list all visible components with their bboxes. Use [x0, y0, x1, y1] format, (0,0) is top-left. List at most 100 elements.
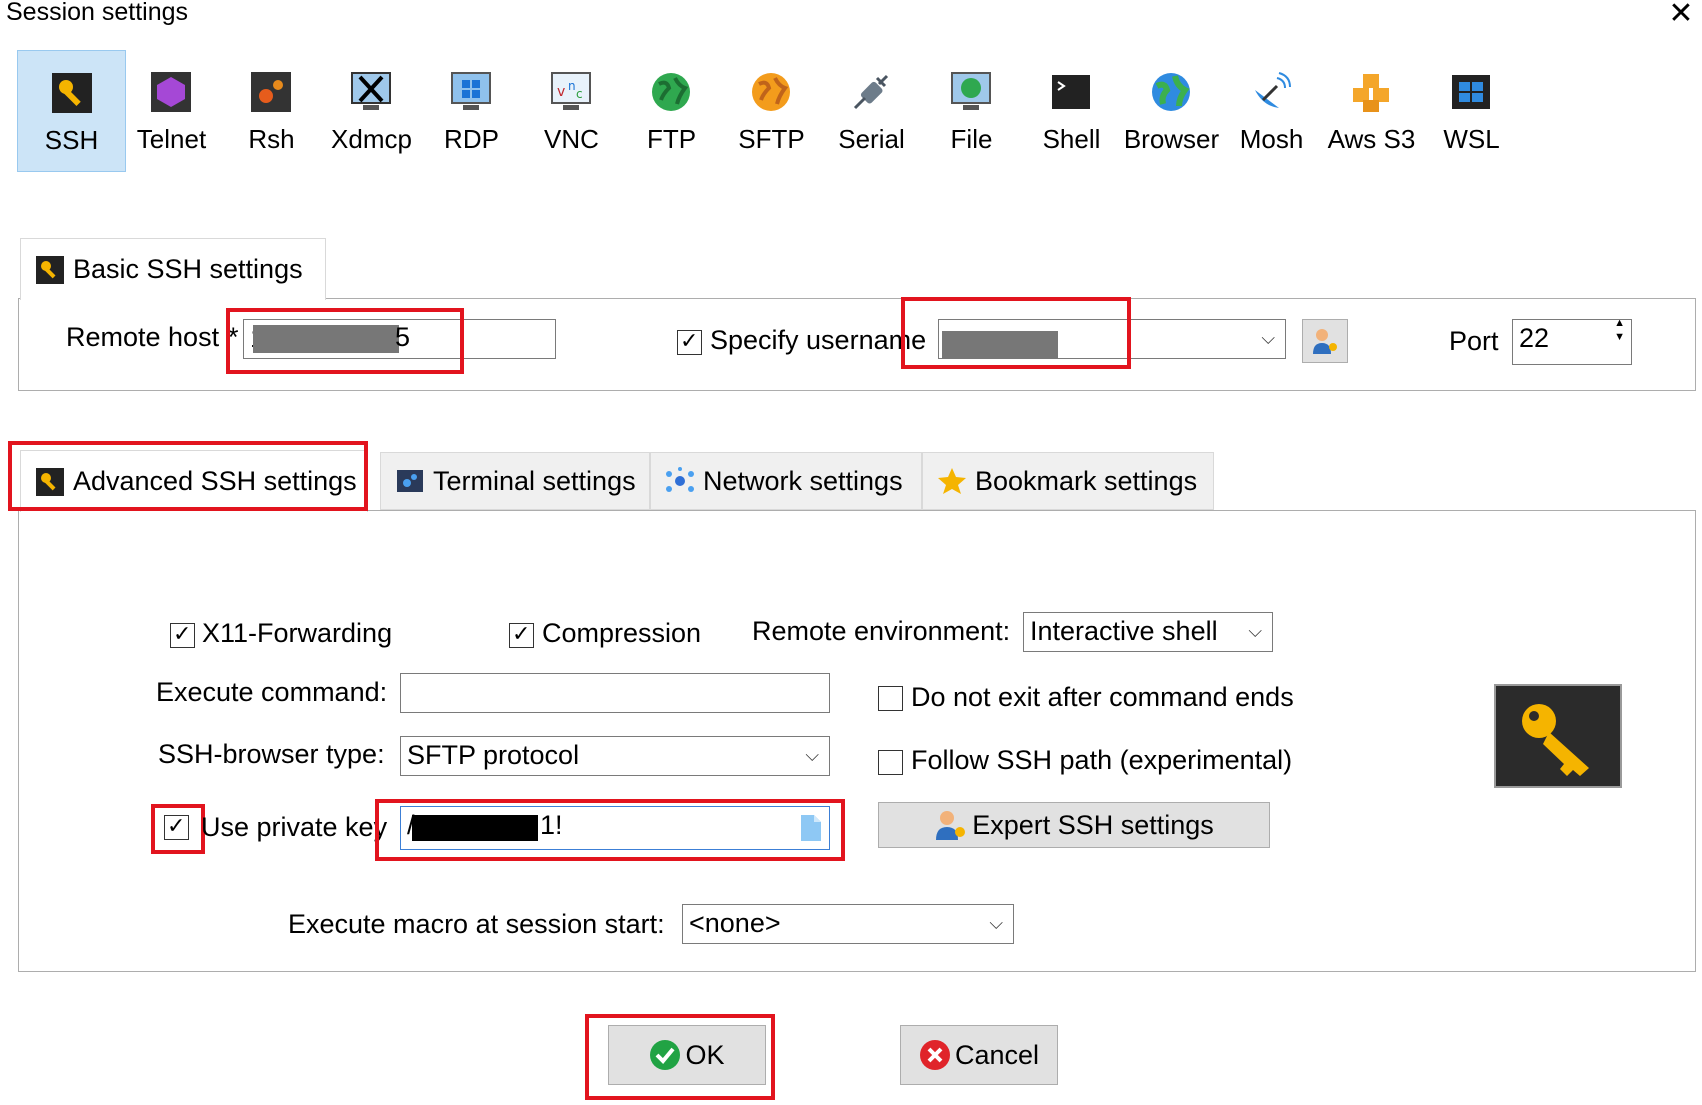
protocol-file[interactable]: File — [917, 50, 1026, 172]
execute-macro-select[interactable]: <none> ⌵ — [682, 904, 1014, 944]
chevron-down-icon: ⌵ — [805, 745, 819, 765]
tab-label: Advanced SSH settings — [73, 466, 357, 496]
ssh-browser-type-select[interactable]: SFTP protocol ⌵ — [400, 736, 830, 776]
ssh-browser-type-value: SFTP protocol — [407, 740, 580, 770]
port-value: 22 — [1519, 323, 1550, 353]
terminal-settings-icon — [397, 470, 423, 492]
protocol-serial[interactable]: Serial — [817, 50, 926, 172]
svg-text:v: v — [557, 84, 565, 100]
ssh-key-icon — [52, 73, 92, 113]
ssh-key-icon — [36, 467, 64, 496]
x11-forwarding-label: X11-Forwarding — [202, 618, 393, 648]
use-private-key-checkbox[interactable]: ✓ — [164, 813, 189, 840]
spin-arrows-icon[interactable]: ▲ ▼ — [1614, 320, 1625, 344]
protocol-ssh[interactable]: SSH — [17, 50, 126, 172]
tab-basic-ssh-settings[interactable]: Basic SSH settings — [20, 238, 326, 300]
cancel-label: Cancel — [954, 1039, 1040, 1070]
compression-checkbox[interactable]: ✓ — [509, 621, 534, 648]
protocol-label: Mosh — [1239, 124, 1304, 154]
remote-host-suffix: 5 — [395, 322, 411, 352]
specify-username-checkbox[interactable]: ✓ — [677, 328, 702, 355]
svg-text:n: n — [568, 79, 576, 93]
user-key-icon — [936, 811, 966, 840]
ssh-key-icon — [1494, 684, 1622, 788]
file-monitor-icon — [951, 72, 991, 110]
protocol-label: Xdmcp — [331, 124, 412, 154]
protocol-rdp[interactable]: RDP — [417, 50, 526, 172]
user-manager-button[interactable] — [1302, 319, 1348, 363]
wsl-windows-icon — [1452, 75, 1490, 109]
close-circle-icon — [919, 1040, 950, 1070]
protocol-sftp[interactable]: SFTP — [717, 50, 826, 172]
protocol-label: SSH — [44, 125, 99, 155]
chevron-down-icon: ⌵ — [1248, 621, 1262, 641]
window-title: Session settings — [6, 0, 189, 26]
ok-label: OK — [685, 1039, 725, 1070]
protocol-label: Serial — [838, 124, 905, 154]
tab-label: Bookmark settings — [975, 465, 1198, 496]
protocol-label: VNC — [544, 124, 599, 154]
protocol-label: RDP — [444, 124, 499, 154]
protocol-shell[interactable]: Shell — [1017, 50, 1126, 172]
ssh-browser-type-label: SSH-browser type: — [158, 739, 385, 769]
tab-label: Network settings — [703, 465, 903, 496]
star-icon — [938, 468, 966, 494]
vnc-icon: v nc — [551, 72, 591, 110]
follow-ssh-path-checkbox[interactable] — [878, 750, 903, 775]
expert-ssh-settings-button[interactable]: Expert SSH settings — [878, 802, 1270, 848]
remote-environment-value: Interactive shell — [1030, 616, 1218, 646]
tab-bookmark-settings[interactable]: Bookmark settings — [922, 452, 1214, 510]
protocol-label: File — [950, 124, 993, 154]
protocol-wsl[interactable]: WSL — [1417, 50, 1526, 172]
protocol-label: Rsh — [248, 124, 295, 154]
protocol-ftp[interactable]: FTP — [617, 50, 726, 172]
compression-label: Compression — [542, 618, 702, 648]
redacted-block — [412, 815, 538, 841]
protocol-browser[interactable]: Browser — [1117, 50, 1226, 172]
xdmcp-icon — [351, 72, 391, 110]
check-circle-icon — [650, 1040, 681, 1070]
execute-command-input[interactable] — [400, 673, 830, 713]
protocol-vnc[interactable]: vnc VNC — [517, 50, 626, 172]
protocol-xdmcp[interactable]: Xdmcp — [317, 50, 426, 172]
svg-text:c: c — [576, 87, 583, 101]
x11-forwarding-checkbox[interactable]: ✓ — [170, 621, 195, 648]
protocol-label: Aws S3 — [1327, 124, 1416, 154]
chevron-down-icon: ⌵ — [1261, 328, 1275, 348]
aws-s3-cubes-icon — [1353, 74, 1389, 112]
tab-network-settings[interactable]: Network settings — [650, 452, 922, 510]
close-icon[interactable]: ✕ — [1664, 0, 1698, 31]
browser-globe-icon — [1152, 73, 1190, 111]
protocol-telnet[interactable]: Telnet — [117, 50, 226, 172]
remote-environment-select[interactable]: Interactive shell ⌵ — [1023, 612, 1273, 652]
tab-advanced-ssh-settings[interactable]: Advanced SSH settings — [20, 450, 368, 512]
ftp-globe-icon — [652, 73, 690, 111]
execute-macro-value: <none> — [689, 908, 781, 938]
protocol-mosh[interactable]: Mosh — [1217, 50, 1326, 172]
rdp-icon — [451, 72, 491, 110]
protocol-rsh[interactable]: Rsh — [217, 50, 326, 172]
protocol-label: WSL — [1443, 124, 1500, 154]
file-browse-icon[interactable] — [800, 814, 822, 842]
required-asterisk: * — [228, 322, 239, 352]
chevron-down-icon: ⌵ — [989, 913, 1003, 933]
protocol-label: Browser — [1123, 124, 1220, 154]
sftp-globe-icon — [752, 73, 790, 111]
remote-environment-label: Remote environment: — [752, 616, 1011, 646]
do-not-exit-label: Do not exit after command ends — [911, 682, 1294, 712]
protocol-label: Telnet — [136, 124, 207, 154]
protocol-label: Shell — [1042, 124, 1101, 154]
do-not-exit-checkbox[interactable] — [878, 686, 903, 711]
private-key-suffix: 1! — [540, 810, 563, 840]
ok-button[interactable]: OK — [608, 1025, 766, 1085]
port-spinner[interactable]: 22 ▲ ▼ — [1512, 319, 1632, 365]
serial-plug-icon — [853, 74, 889, 110]
tab-terminal-settings[interactable]: Terminal settings — [380, 452, 650, 510]
telnet-icon — [151, 72, 191, 112]
tab-label: Basic SSH settings — [73, 254, 303, 284]
expert-ssh-settings-label: Expert SSH settings — [972, 809, 1214, 840]
tab-label: Terminal settings — [433, 465, 636, 496]
cancel-button[interactable]: Cancel — [900, 1025, 1058, 1085]
user-key-icon — [1313, 329, 1337, 354]
protocol-aws-s3[interactable]: Aws S3 — [1317, 50, 1426, 172]
